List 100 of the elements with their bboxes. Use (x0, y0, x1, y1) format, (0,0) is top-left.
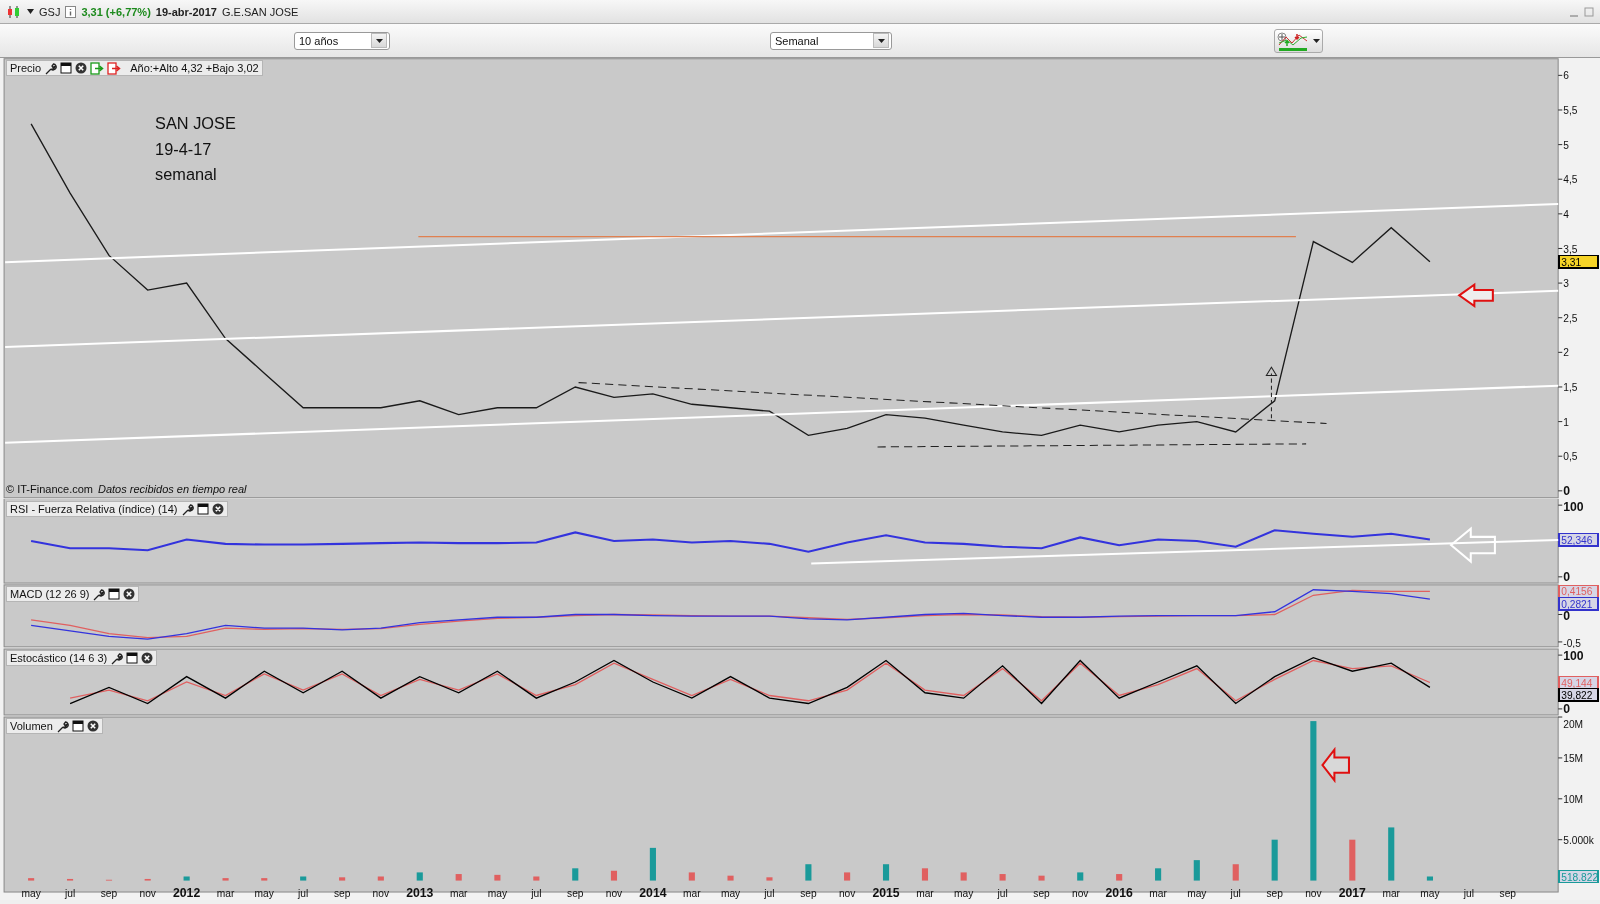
axis-label: may (487, 887, 508, 899)
axis-label: sep (1499, 887, 1517, 899)
close-icon[interactable] (123, 588, 136, 600)
axis-label: 100 (1563, 500, 1584, 515)
window-icon[interactable] (126, 652, 139, 664)
window-icon[interactable] (71, 720, 84, 732)
status-text: Datos recibidos en tiempo real (97, 483, 247, 495)
chart-note: 19-4-17 (155, 140, 212, 158)
company-name: G.E.SAN JOSE (221, 5, 299, 18)
volume-bar (1155, 868, 1162, 881)
axis-label: 100 (1563, 649, 1584, 664)
close-icon[interactable] (86, 720, 99, 732)
volume-bar (144, 878, 151, 881)
value-tag: 0,4156 (1558, 584, 1599, 599)
arrow-drawing (1449, 526, 1496, 564)
close-icon[interactable] (75, 62, 88, 74)
close-icon[interactable] (211, 503, 224, 515)
arrow-drawing (1321, 746, 1350, 784)
axis-label: sep (1033, 887, 1050, 899)
volume-bar (921, 868, 929, 881)
window-icon[interactable] (196, 503, 209, 515)
volume-bar (1232, 864, 1239, 881)
volume-bar (28, 878, 35, 881)
value-tag: 49,144 (1558, 675, 1599, 690)
indicators-button[interactable] (1274, 28, 1323, 53)
axis-label: 10M (1563, 793, 1584, 805)
close-icon[interactable] (141, 652, 154, 664)
axis-label: 3 (1563, 278, 1569, 290)
axis-label: 20M (1563, 719, 1584, 731)
axis-label: sep (800, 887, 817, 899)
axis-label: may (1420, 887, 1440, 899)
period-dropdown[interactable]: 10 años (294, 31, 390, 50)
volume-bar (300, 876, 307, 881)
axis-label: 2013 (406, 885, 434, 900)
axis-label: 15M (1563, 753, 1584, 764)
caret-icon[interactable] (27, 9, 34, 14)
axis-label: mar (916, 887, 934, 899)
volume-bar (261, 878, 268, 881)
volume-bar (1116, 874, 1123, 881)
chart-icon (1277, 30, 1309, 51)
value-tag: 52,346 (1558, 532, 1599, 547)
volume-bar (882, 864, 890, 881)
export-icon[interactable] (90, 61, 105, 75)
volume-bar (805, 864, 812, 881)
axis-label: 0 (1563, 702, 1571, 716)
axis-label: 4 (1563, 208, 1569, 220)
axis-label: 0 (1563, 569, 1571, 584)
panel-title: Volumen (10, 720, 53, 732)
axis-label: nov (372, 887, 390, 899)
volume-bar (999, 874, 1006, 881)
quote-date: 19-abr-2017 (155, 5, 217, 18)
volume-bar (1388, 827, 1395, 881)
wrench-icon[interactable] (110, 651, 124, 665)
dashed-arrow (1265, 366, 1278, 419)
interval-dropdown[interactable]: Semanal (770, 31, 892, 50)
axis-label: 0,5 (1563, 451, 1578, 463)
range-info: Año:+Alto 4,32 +Bajo 3,02 (130, 62, 259, 74)
value-tag: 39,822 (1558, 687, 1599, 702)
window-icon[interactable] (108, 588, 121, 600)
panel-title: Estocástico (14 6 3) (10, 652, 108, 664)
arrow-drawing (1457, 282, 1494, 309)
price-change: 3,31 (+6,77%) (81, 5, 151, 18)
volume-bar (572, 868, 579, 881)
axis-label: may (720, 887, 741, 899)
volume-bar (67, 878, 74, 881)
volume-bar (183, 876, 190, 881)
axis-label: mar (449, 887, 468, 899)
volume-bar (1038, 875, 1045, 881)
axis-label: may (254, 887, 274, 899)
axis-label: nov (838, 887, 856, 899)
value-tag: 518.822 (1558, 869, 1599, 884)
panel-title: RSI - Fuerza Relativa (índice) (14) (10, 503, 178, 515)
axis-label: mar (216, 887, 235, 899)
axis-label: sep (567, 887, 584, 899)
volume-bar (1077, 872, 1084, 881)
wrench-icon[interactable] (180, 502, 194, 516)
axis-label: 2017 (1338, 885, 1366, 900)
wrench-icon[interactable] (92, 587, 106, 601)
axis-label: jul (298, 887, 309, 899)
value-tag: 3,31 (1558, 254, 1599, 269)
volume-bar (494, 874, 501, 881)
axis-label: 6 (1563, 70, 1569, 82)
volume-bar (455, 874, 462, 881)
window-icon[interactable] (60, 62, 73, 74)
axis-label: 2014 (639, 885, 667, 900)
axis-label: may (21, 887, 41, 899)
axis-label: 2 (1563, 347, 1569, 359)
volume-bar (1193, 860, 1200, 881)
axis-label: sep (1266, 887, 1283, 899)
wrench-icon[interactable] (44, 61, 58, 75)
chart-note: semanal (155, 165, 217, 184)
candlestick-icon[interactable] (6, 4, 22, 19)
axis-label: 0 (1563, 608, 1571, 623)
export-icon[interactable] (107, 61, 122, 75)
volume-bar (1349, 839, 1356, 881)
axis-label: nov (1072, 887, 1089, 899)
axis-label: 5.000k (1563, 834, 1594, 846)
wrench-icon[interactable] (55, 719, 69, 733)
info-icon[interactable] (65, 5, 77, 18)
volume-bar (610, 870, 618, 881)
